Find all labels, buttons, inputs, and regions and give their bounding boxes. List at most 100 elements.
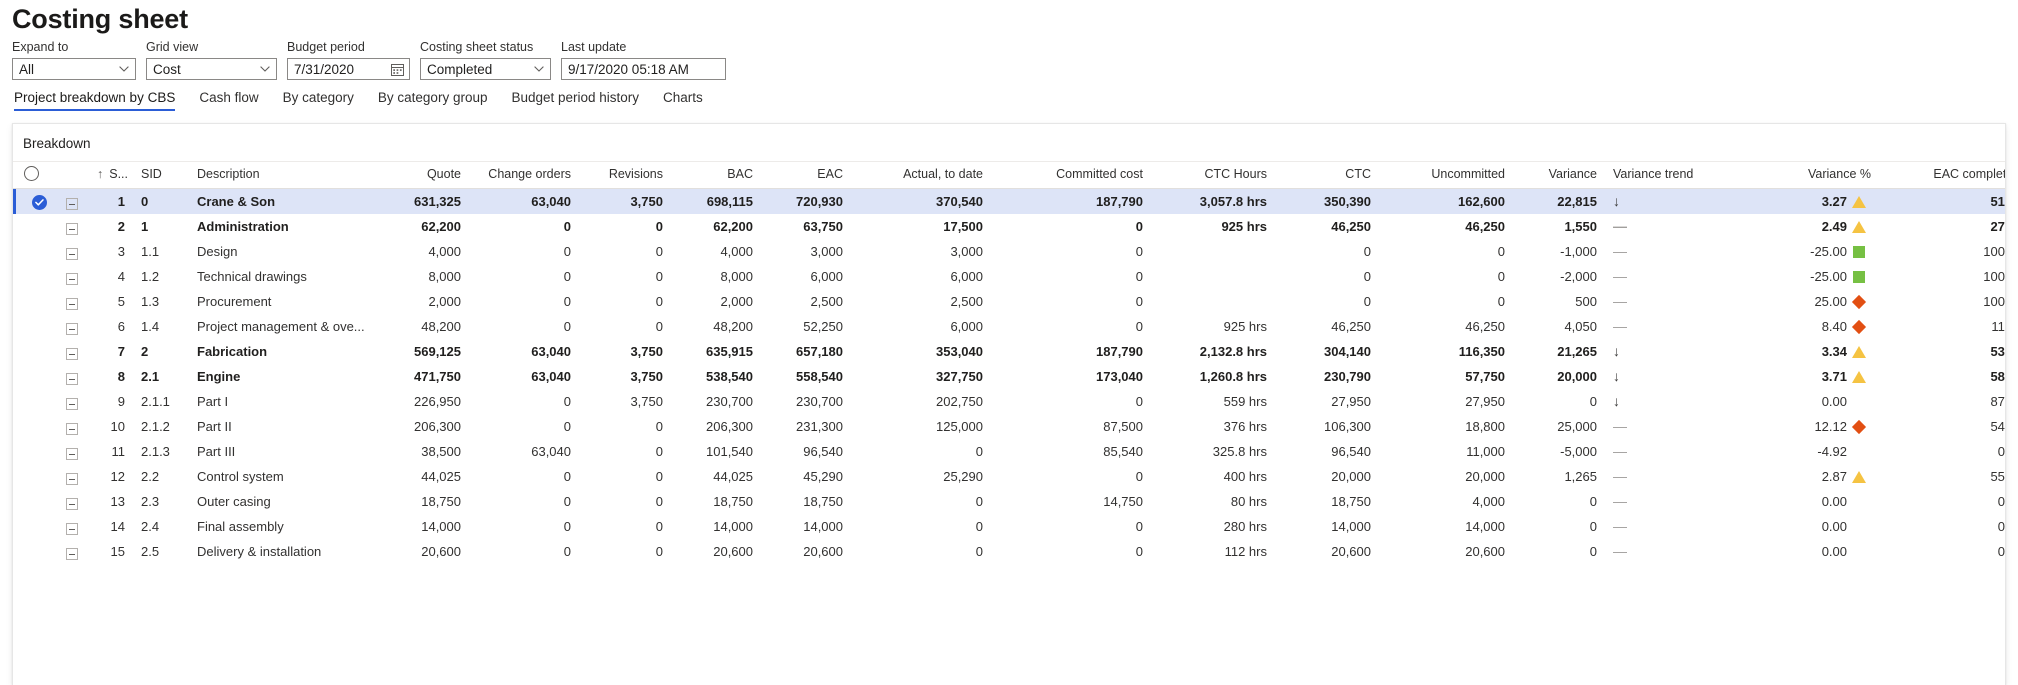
collapse-minus-icon[interactable]	[66, 523, 78, 536]
row-select-cell[interactable]	[13, 439, 55, 464]
col-header-desc[interactable]: Description	[189, 162, 373, 190]
col-header-variance[interactable]: Variance	[1513, 162, 1605, 190]
chevron-down-icon[interactable]	[528, 66, 550, 72]
row-expander-cell[interactable]	[55, 414, 89, 439]
row-expander-cell[interactable]	[55, 239, 89, 264]
table-row[interactable]: 2 1 Administration 62,200 0 0 62,200 63,750 17,5…	[13, 214, 2005, 239]
collapse-minus-icon[interactable]	[66, 398, 78, 411]
col-header-committed[interactable]: Committed cost	[991, 162, 1151, 190]
checkmark-icon[interactable]	[32, 194, 47, 210]
col-header-seq[interactable]: ↑ S...	[89, 162, 133, 190]
row-select-cell[interactable]	[13, 389, 55, 414]
row-select-cell[interactable]	[13, 239, 55, 264]
cell-ctc: 106,300	[1324, 419, 1371, 435]
row-expander-cell[interactable]	[55, 188, 89, 215]
row-expander-cell[interactable]	[55, 464, 89, 489]
collapse-minus-icon[interactable]	[66, 373, 78, 386]
row-select-cell[interactable]	[13, 514, 55, 539]
table-row[interactable]: 5 1.3 Procurement 2,000 0 0 2,000 2,500 2,500 0 0 0…	[13, 289, 2005, 314]
tab-project-breakdown-by-cbs[interactable]: Project breakdown by CBS	[12, 88, 187, 111]
table-row[interactable]: 3 1.1 Design 4,000 0 0 4,000 3,000 3,000 0 0 0 -1,00…	[13, 239, 2005, 264]
chevron-down-icon[interactable]	[113, 66, 135, 72]
row-expander-cell[interactable]	[55, 439, 89, 464]
row-expander-cell[interactable]	[55, 339, 89, 364]
collapse-minus-icon[interactable]	[66, 448, 78, 461]
collapse-minus-icon[interactable]	[66, 323, 78, 336]
chevron-down-icon[interactable]	[254, 66, 276, 72]
sort-ascending-icon[interactable]: ↑	[97, 167, 103, 181]
col-header-change[interactable]: Change orders	[469, 162, 579, 190]
col-header-bac[interactable]: BAC	[671, 162, 761, 190]
table-row[interactable]: 12 2.2 Control system 44,025 0 0 44,025 45,290 2…	[13, 464, 2005, 489]
table-row[interactable]: 14 2.4 Final assembly 14,000 0 0 14,000 14,000 0…	[13, 514, 2005, 539]
col-header-ctchours[interactable]: CTC Hours	[1151, 162, 1275, 190]
row-expander-cell[interactable]	[55, 539, 89, 564]
collapse-minus-icon[interactable]	[66, 498, 78, 511]
calendar-icon[interactable]	[385, 63, 409, 76]
tab-by-category-group[interactable]: By category group	[366, 88, 500, 111]
col-header-expand[interactable]	[55, 162, 89, 190]
table-row[interactable]: 11 2.1.3 Part III 38,500 63,040 0 101,540 96,54…	[13, 439, 2005, 464]
collapse-minus-icon[interactable]	[66, 198, 78, 211]
row-select-cell[interactable]	[13, 289, 55, 314]
collapse-minus-icon[interactable]	[66, 223, 78, 236]
row-expander-cell[interactable]	[55, 489, 89, 514]
collapse-minus-icon[interactable]	[66, 348, 78, 361]
tab-budget-period-history[interactable]: Budget period history	[499, 88, 651, 111]
row-expander-cell[interactable]	[55, 389, 89, 414]
col-header-trend[interactable]: Variance trend	[1605, 162, 1729, 190]
filter-control[interactable]: 9/17/2020 05:18 AM	[561, 58, 726, 80]
collapse-minus-icon[interactable]	[66, 273, 78, 286]
row-select-cell[interactable]	[13, 464, 55, 489]
filter-control[interactable]: Completed	[420, 58, 551, 80]
collapse-minus-icon[interactable]	[66, 423, 78, 436]
table-row[interactable]: 7 2 Fabrication 569,125 63,040 3,750 635,915 65…	[13, 339, 2005, 364]
collapse-minus-icon[interactable]	[66, 548, 78, 561]
row-expander-cell[interactable]	[55, 314, 89, 339]
row-expander-cell[interactable]	[55, 514, 89, 539]
col-header-label: Quote	[426, 167, 461, 182]
select-all-circle-icon[interactable]	[24, 166, 39, 182]
row-select-cell[interactable]	[13, 188, 55, 215]
table-row[interactable]: 10 2.1.2 Part II 206,300 0 0 206,300 231,300 125…	[13, 414, 2005, 439]
row-expander-cell[interactable]	[55, 214, 89, 239]
row-select-cell[interactable]	[13, 264, 55, 289]
col-header-eaccomp[interactable]: EAC completion	[1879, 162, 2005, 190]
row-select-cell[interactable]	[13, 539, 55, 564]
row-expander-cell[interactable]	[55, 289, 89, 314]
tab-cash-flow[interactable]: Cash flow	[187, 88, 270, 111]
table-row[interactable]: 13 2.3 Outer casing 18,750 0 0 18,750 18,750 0 14…	[13, 489, 2005, 514]
row-select-cell[interactable]	[13, 489, 55, 514]
row-select-cell[interactable]	[13, 314, 55, 339]
filter-control[interactable]: All	[12, 58, 136, 80]
table-row[interactable]: 9 2.1.1 Part I 226,950 0 3,750 230,700 230,700 2…	[13, 389, 2005, 414]
col-header-eac[interactable]: EAC	[761, 162, 851, 190]
row-select-cell[interactable]	[13, 339, 55, 364]
tab-strip: Project breakdown by CBS Cash flow By cate…	[12, 88, 715, 111]
col-header-actual[interactable]: Actual, to date	[851, 162, 991, 190]
row-select-cell[interactable]	[13, 364, 55, 389]
tab-by-category[interactable]: By category	[271, 88, 366, 111]
table-row[interactable]: 8 2.1 Engine 471,750 63,040 3,750 538,540 558,5…	[13, 364, 2005, 389]
tab-charts[interactable]: Charts	[651, 88, 715, 111]
row-select-cell[interactable]	[13, 214, 55, 239]
col-header-check[interactable]	[13, 162, 55, 190]
row-expander-cell[interactable]	[55, 264, 89, 289]
filter-control[interactable]: Cost	[146, 58, 277, 80]
col-header-uncommitted[interactable]: Uncommitted	[1379, 162, 1513, 190]
col-header-quote[interactable]: Quote	[373, 162, 469, 190]
table-row[interactable]: 1 0 Crane & Son 631,325 63,040 3,750 698,115 72…	[13, 188, 2005, 215]
collapse-minus-icon[interactable]	[66, 248, 78, 261]
col-header-sid[interactable]: SID	[133, 162, 189, 190]
col-header-revisions[interactable]: Revisions	[579, 162, 671, 190]
col-header-ctc[interactable]: CTC	[1275, 162, 1379, 190]
table-row[interactable]: 15 2.5 Delivery & installation 20,600 0 0 20,6…	[13, 539, 2005, 564]
filter-control[interactable]: 7/31/2020	[287, 58, 410, 80]
col-header-variancepct[interactable]: Variance %	[1729, 162, 1879, 190]
row-expander-cell[interactable]	[55, 364, 89, 389]
row-select-cell[interactable]	[13, 414, 55, 439]
table-row[interactable]: 4 1.2 Technical drawings 8,000 0 0 8,000 6,000 6…	[13, 264, 2005, 289]
table-row[interactable]: 6 1.4 Project management & ove... 48,200 0 0 4…	[13, 314, 2005, 339]
collapse-minus-icon[interactable]	[66, 473, 78, 486]
collapse-minus-icon[interactable]	[66, 298, 78, 311]
